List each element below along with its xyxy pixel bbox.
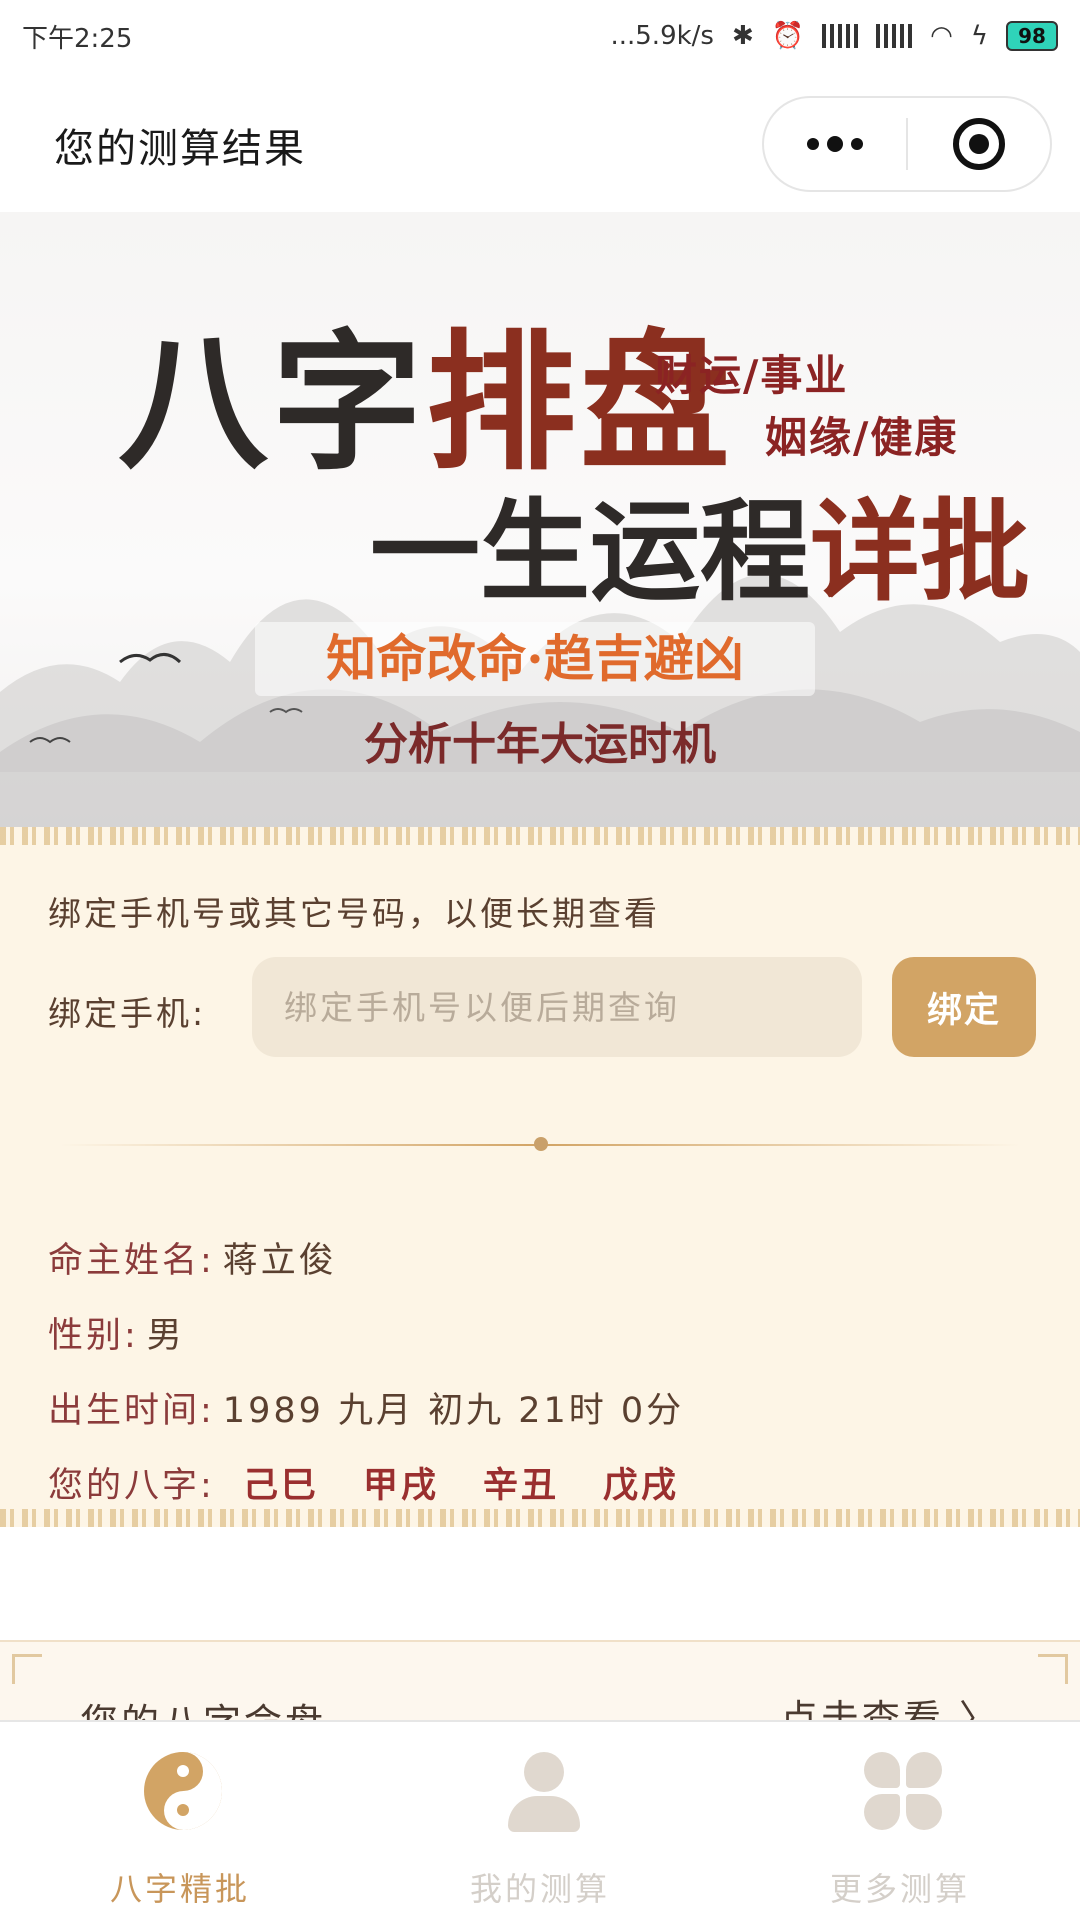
banner-subtitle: 一生运程详批 [370, 487, 1030, 616]
name-row: 命主姓名: 蒋立俊 [48, 1232, 337, 1283]
more-button[interactable] [764, 136, 906, 152]
grid-icon [864, 1752, 942, 1830]
more-dot-icon [851, 138, 863, 150]
birth-label: 出生时间: [48, 1391, 215, 1431]
section-title: 您的八字命盘 [80, 1692, 326, 1720]
banner-tag-wealth-career: 财运/事业 [655, 351, 849, 400]
status-icons: ...5.9k/s ✱ ⏰ ◠ ϟ 98 [610, 21, 1058, 51]
page: 下午2:25 ...5.9k/s ✱ ⏰ ◠ ϟ 98 您的测算结果 八字排盘 … [0, 0, 1080, 1920]
bazi-day-pillar: 辛丑 [482, 1466, 559, 1506]
gender-row: 性别: 男 [48, 1307, 185, 1358]
bind-intro-text: 绑定手机号或其它号码，以便长期查看 [48, 894, 660, 933]
banner-tag-love-health: 姻缘/健康 [765, 413, 959, 462]
tab-label: 我的测算 [469, 1870, 610, 1908]
yin-yang-icon [144, 1752, 222, 1830]
phone-input[interactable] [252, 957, 862, 1057]
tab-label: 八字精批 [109, 1870, 250, 1908]
tab-more-readings[interactable]: 更多测算 [720, 1722, 1080, 1920]
tab-bar: 八字精批 我的测算 更多测算 [0, 1720, 1080, 1920]
close-button[interactable] [908, 118, 1050, 170]
more-dot-icon [827, 136, 843, 152]
birth-value: 1989 九月 初九 21时 0分 [222, 1391, 685, 1431]
status-bar: 下午2:25 ...5.9k/s ✱ ⏰ ◠ ϟ 98 [0, 0, 1080, 72]
corner-ornament-icon [12, 1654, 42, 1684]
network-speed: ...5.9k/s [610, 21, 714, 51]
charging-icon: ϟ [970, 21, 988, 51]
bluetooth-icon: ✱ [731, 21, 754, 51]
decorative-border [0, 827, 1080, 845]
name-value: 蒋立俊 [222, 1241, 337, 1281]
battery-icon: 98 [1006, 21, 1058, 51]
bazi-hour-pillar: 戊戌 [602, 1466, 679, 1506]
bazi-month-pillar: 甲戌 [362, 1466, 439, 1506]
signal-icon [822, 24, 859, 48]
bazi-row: 您的八字: 己巳 甲戌 辛丑 戊戌 [48, 1457, 679, 1508]
bazi-chart-section[interactable]: 您的八字命盘 点击查看 〉 [0, 1640, 1080, 1720]
divider-dot [534, 1137, 548, 1151]
gender-label: 性别: [48, 1316, 139, 1356]
bind-button[interactable]: 绑定 [892, 957, 1036, 1057]
birth-row: 出生时间: 1989 九月 初九 21时 0分 [48, 1382, 684, 1433]
banner: 八字排盘 财运/事业 姻缘/健康 一生运程详批 知命改命·趋吉避凶 分析十年大运… [0, 212, 1080, 827]
tab-bazi[interactable]: 八字精批 [0, 1722, 360, 1920]
corner-ornament-icon [1038, 1654, 1068, 1684]
view-details-link[interactable]: 点击查看 〉 [780, 1688, 1000, 1720]
gender-value: 男 [146, 1316, 185, 1356]
more-dot-icon [807, 138, 819, 150]
page-title: 您的测算结果 [54, 126, 306, 172]
tab-label: 更多测算 [829, 1870, 970, 1908]
alarm-icon: ⏰ [771, 21, 805, 51]
bind-phone-label: 绑定手机: [48, 994, 207, 1033]
bazi-year-pillar: 己巳 [242, 1466, 319, 1506]
status-time: 下午2:25 [22, 23, 133, 54]
banner-slogan: 知命改命·趋吉避凶 [255, 622, 815, 696]
name-label: 命主姓名: [48, 1241, 215, 1281]
decorative-border [0, 1509, 1080, 1527]
bazi-pillars: 己巳 甲戌 辛丑 戊戌 [243, 1457, 679, 1508]
wifi-icon: ◠ [930, 21, 953, 51]
bazi-label: 您的八字: [48, 1466, 215, 1506]
banner-slogan-secondary: 分析十年大运时机 [364, 719, 716, 770]
nav-bar: 您的测算结果 [0, 72, 1080, 212]
tab-my-readings[interactable]: 我的测算 [360, 1722, 720, 1920]
person-icon [504, 1752, 582, 1832]
mini-program-capsule [762, 96, 1052, 192]
target-icon [952, 118, 1005, 170]
info-card: 绑定手机号或其它号码，以便长期查看 绑定手机: 绑定 命主姓名:蒋立俊 性别:男… [0, 827, 1080, 1527]
signal-icon-2 [876, 24, 913, 48]
